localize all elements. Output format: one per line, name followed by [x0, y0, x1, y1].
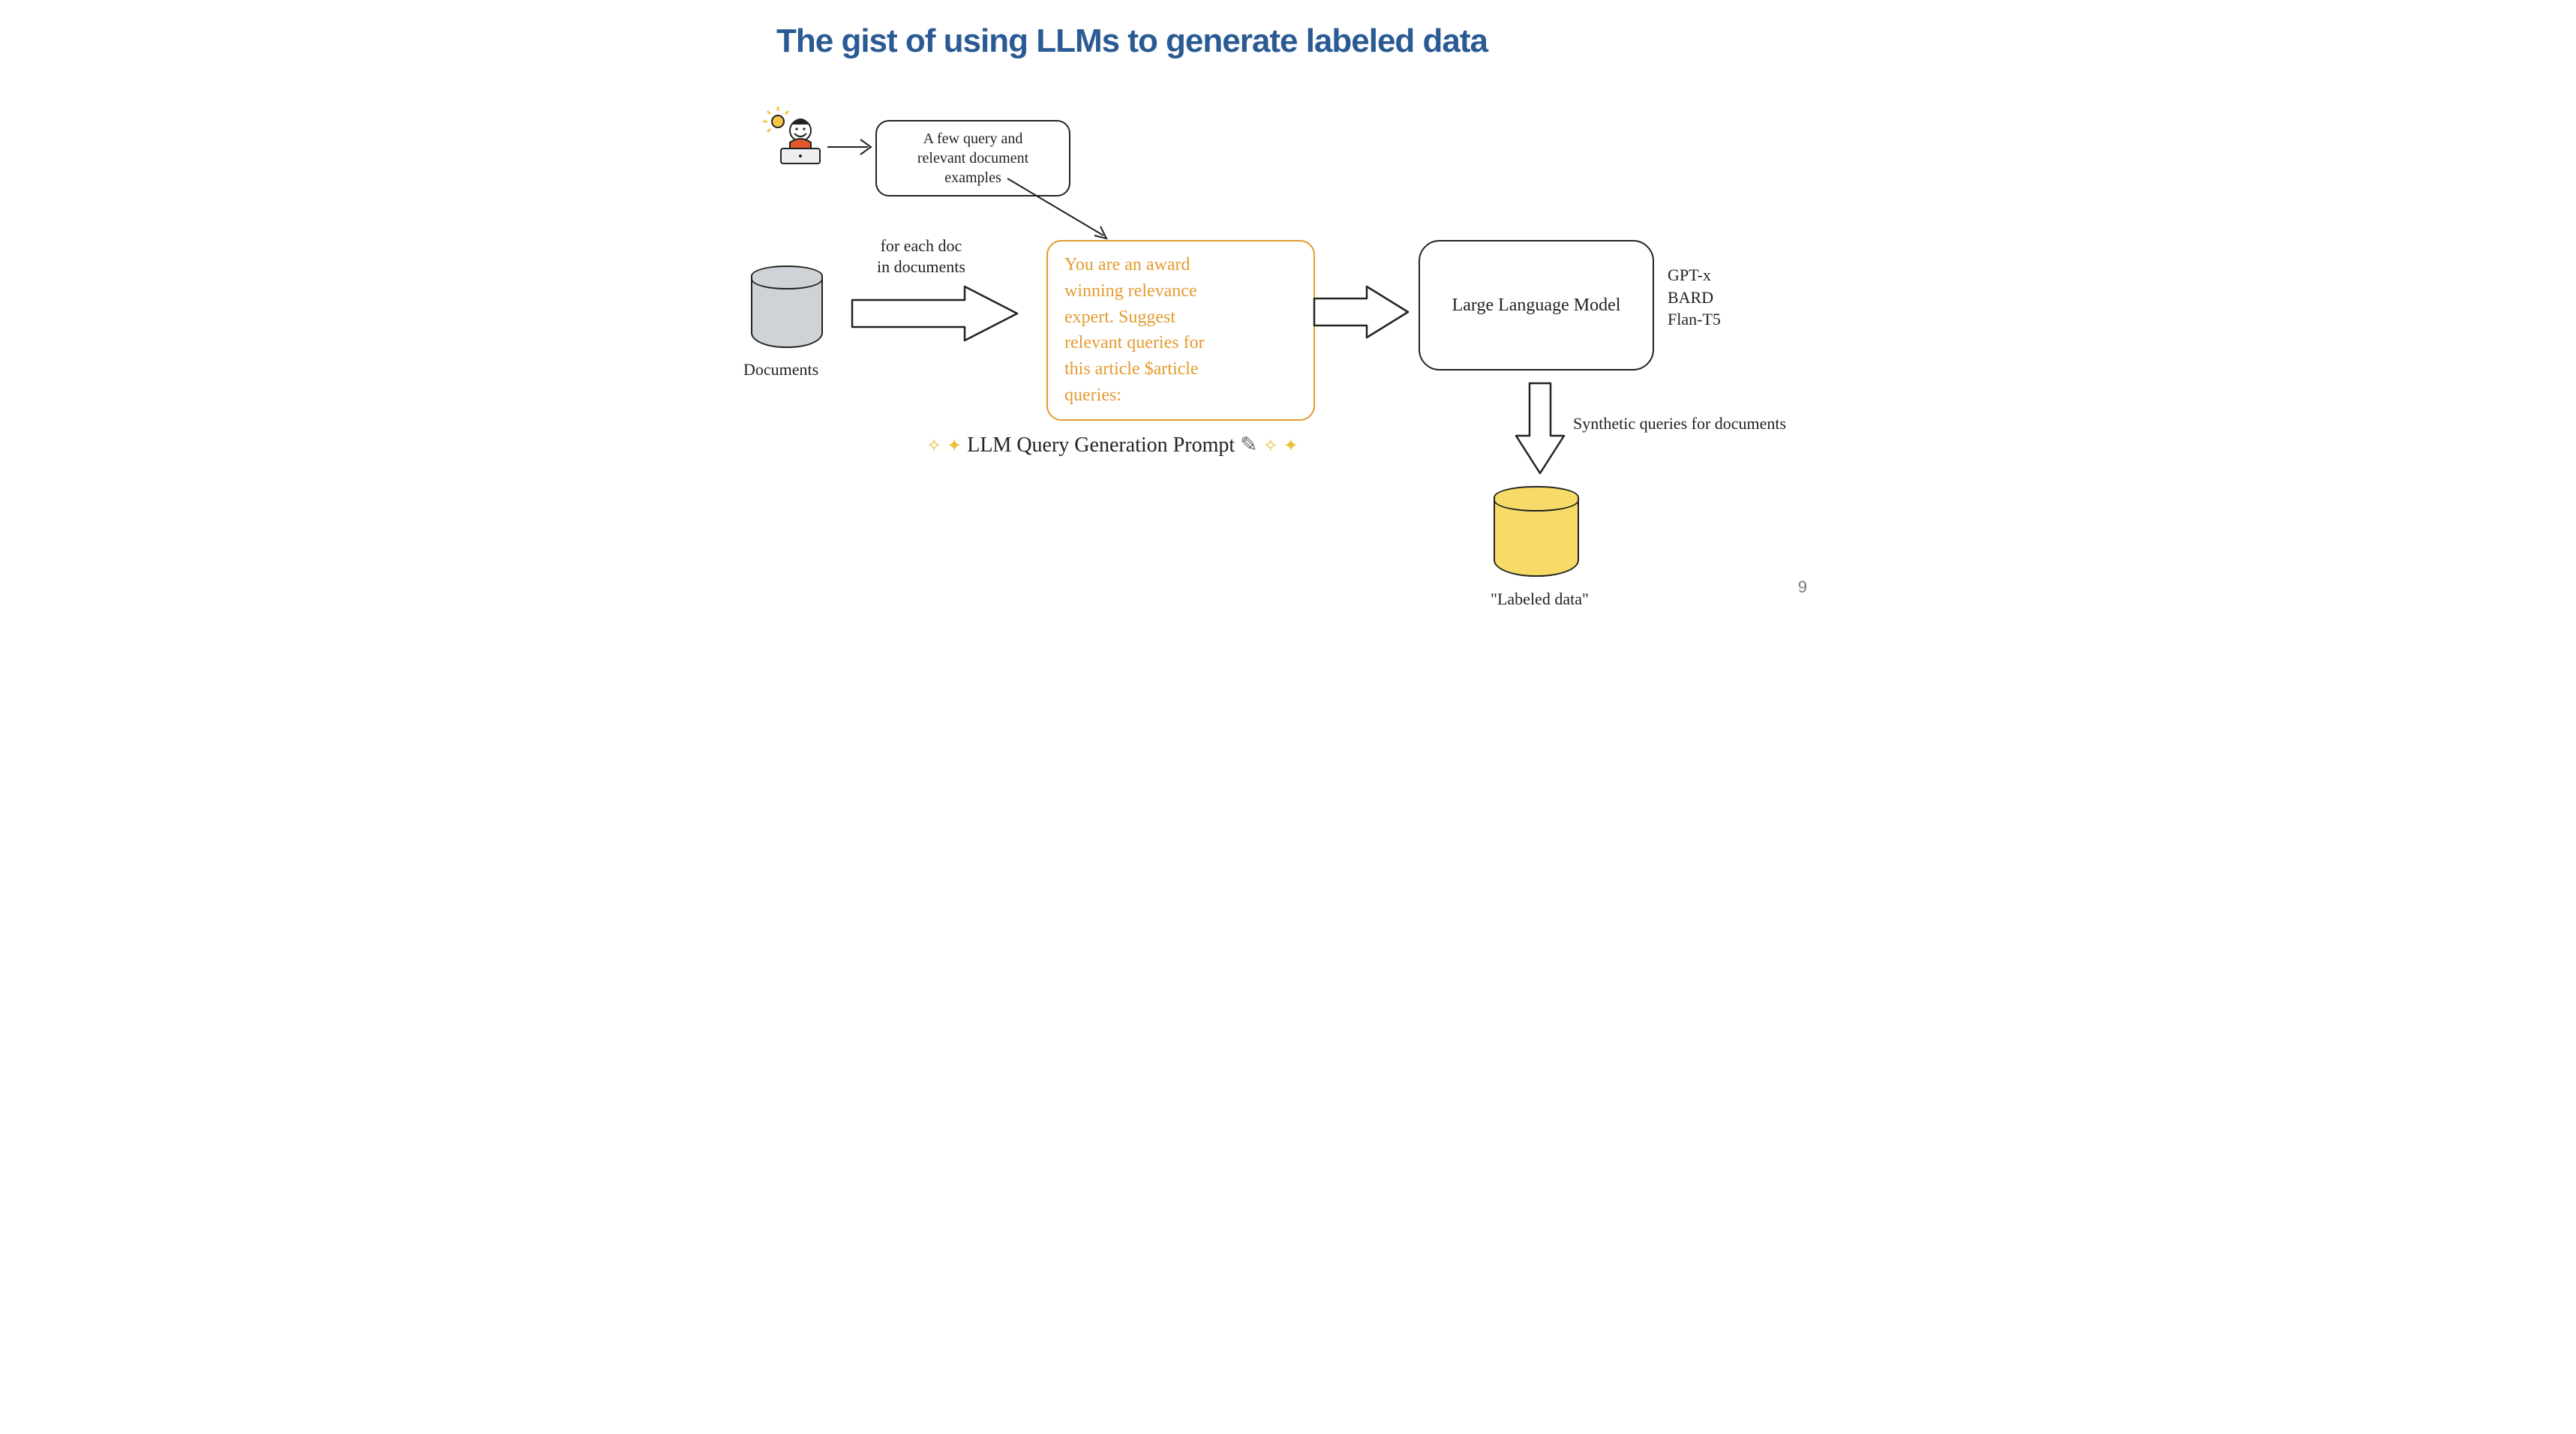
user-idea-icon: [766, 110, 833, 170]
pencil-icon: ✎: [1240, 434, 1257, 457]
prompt-caption-line: ✧ ✦ LLM Query Generation Prompt ✎ ✧ ✦: [926, 432, 1299, 458]
sparkle-icon: ✧: [926, 436, 941, 456]
llm-box: Large Language Model: [1419, 240, 1654, 370]
loop-text: for each doc in documents: [877, 236, 965, 277]
arrow-llm-to-output: [1510, 380, 1570, 477]
sparkle-icon: ✦: [947, 436, 962, 456]
examples-text: A few query and relevant document exampl…: [917, 130, 1028, 186]
sparkle-icon: ✦: [1283, 436, 1299, 456]
arrow-prompt-to-llm: [1311, 284, 1416, 340]
prompt-box: You are an award winning relevance exper…: [1046, 240, 1315, 421]
arrow-examples-to-prompt: [1007, 178, 1120, 246]
prompt-caption: LLM Query Generation Prompt: [967, 434, 1235, 457]
arrow-person-to-examples: [827, 132, 880, 162]
documents-db-icon: [751, 266, 823, 348]
output-arrow-label: Synthetic queries for documents: [1573, 414, 1786, 434]
sparkle-icon: ✧: [1263, 436, 1278, 456]
slide-title: The gist of using LLMs to generate label…: [776, 22, 1836, 60]
arrow-documents-to-prompt: [848, 284, 1028, 344]
page-number: 9: [1798, 578, 1807, 597]
llm-models-list: GPT-x BARD Flan-T5: [1668, 264, 1721, 331]
labeled-data-db-icon: [1494, 486, 1579, 577]
llm-box-text: Large Language Model: [1452, 296, 1621, 316]
prompt-text: You are an award winning relevance exper…: [1064, 255, 1205, 405]
documents-label: Documents: [743, 360, 818, 380]
labeled-data-caption: "Labeled data": [1491, 590, 1589, 609]
